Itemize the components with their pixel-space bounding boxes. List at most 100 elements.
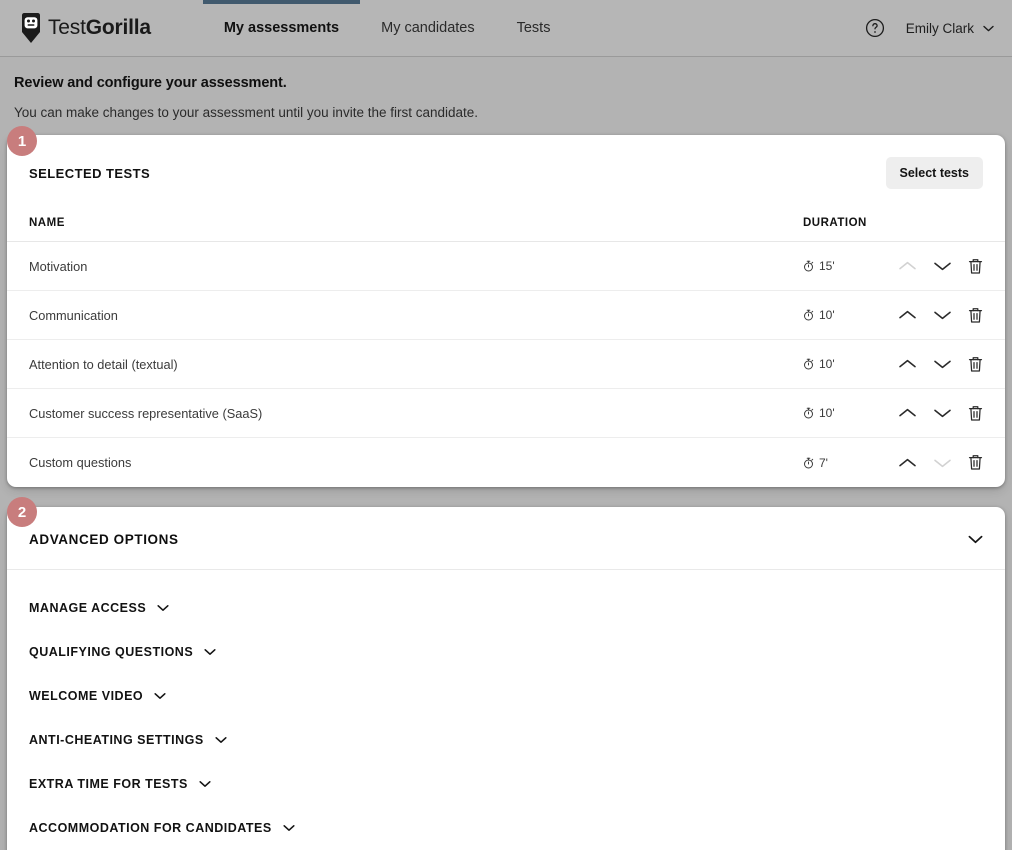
advanced-option-label: EXTRA TIME FOR TESTS <box>29 777 188 791</box>
nav-item-my-assessments[interactable]: My assessments <box>202 0 361 56</box>
test-duration-value: 15' <box>819 259 835 273</box>
select-tests-button[interactable]: Select tests <box>885 157 983 189</box>
test-name: Custom questions <box>29 455 132 470</box>
advanced-option-label: QUALIFYING QUESTIONS <box>29 645 194 659</box>
chevron-down-icon[interactable] <box>204 648 216 656</box>
selected-tests-heading: SELECTED TESTS <box>29 165 151 181</box>
selected-tests-card: SELECTED TESTS Select tests NAME DURATIO… <box>7 135 1005 487</box>
advanced-option-row[interactable]: ANTI-CHEATING SETTINGS <box>29 718 983 762</box>
selected-tests-table: NAME DURATION Motivation 15' Communication… <box>7 207 1005 487</box>
move-up-button[interactable] <box>898 309 917 321</box>
test-duration: 7' <box>803 456 893 470</box>
test-duration-value: 10' <box>819 357 835 371</box>
chevron-down-icon[interactable] <box>968 535 983 544</box>
test-duration-value: 10' <box>819 406 835 420</box>
move-down-button[interactable] <box>933 309 952 321</box>
table-header-row: NAME DURATION <box>7 207 1005 242</box>
stopwatch-icon <box>803 309 814 321</box>
column-header-duration: DURATION <box>803 217 867 229</box>
table-body: Motivation 15' Communication 10' Attention t… <box>7 242 1005 487</box>
advanced-option-label: MANAGE ACCESS <box>29 601 147 615</box>
advanced-option-label: ACCOMMODATION FOR CANDIDATES <box>29 821 272 835</box>
stopwatch-icon <box>803 260 814 272</box>
nav-item-tests-label: Tests <box>516 20 551 36</box>
delete-test-button[interactable] <box>968 356 983 373</box>
test-duration-value: 7' <box>819 455 828 470</box>
stopwatch-icon <box>803 358 814 370</box>
selected-tests-header: SELECTED TESTS Select tests <box>7 135 1005 207</box>
brand-name-light: Test <box>48 16 86 39</box>
brand-logo[interactable]: TestGorilla <box>20 12 151 44</box>
test-duration: 10' <box>803 357 893 371</box>
column-header-name: NAME <box>29 217 65 229</box>
table-row: Communication 10' <box>7 291 1005 340</box>
main-nav: My assessments My candidates Tests <box>202 0 572 56</box>
nav-item-tests[interactable]: Tests <box>496 0 572 56</box>
test-name: Customer success representative (SaaS) <box>29 405 263 421</box>
gorilla-logo-icon <box>20 12 42 44</box>
nav-item-my-assessments-label: My assessments <box>223 20 340 36</box>
advanced-options-body: MANAGE ACCESS QUALIFYING QUESTIONS WELCOME… <box>7 570 1005 850</box>
stopwatch-icon <box>803 457 814 469</box>
stopwatch-icon <box>803 407 814 419</box>
advanced-option-label: ANTI-CHEATING SETTINGS <box>29 733 204 747</box>
page-subtitle: You can make changes to your assessment … <box>14 105 479 120</box>
advanced-option-row[interactable]: ACCOMMODATION FOR CANDIDATES <box>29 806 983 850</box>
advanced-options-heading: ADVANCED OPTIONS <box>29 532 179 547</box>
test-duration-value: 10' <box>819 308 835 322</box>
chevron-down-icon[interactable] <box>157 604 169 612</box>
top-navigation-bar: TestGorilla My assessments My candidates… <box>0 0 1012 57</box>
row-actions <box>893 307 983 324</box>
help-circle-icon[interactable] <box>864 17 886 39</box>
advanced-options-header[interactable]: ADVANCED OPTIONS <box>7 507 1005 570</box>
brand-name-bold: Gorilla <box>85 16 151 39</box>
move-up-button[interactable] <box>898 457 917 469</box>
test-name: Communication <box>29 307 118 323</box>
nav-item-my-candidates-label: My candidates <box>381 20 475 36</box>
test-name: Motivation <box>29 258 88 274</box>
row-actions <box>893 356 983 373</box>
test-duration: 10' <box>803 308 893 322</box>
delete-test-button[interactable] <box>968 454 983 471</box>
test-duration: 15' <box>803 259 893 273</box>
advanced-option-row[interactable]: QUALIFYING QUESTIONS <box>29 630 983 674</box>
brand-name: TestGorilla <box>48 16 151 40</box>
nav-item-my-candidates[interactable]: My candidates <box>360 0 496 56</box>
move-down-button[interactable] <box>933 407 952 419</box>
advanced-option-label: WELCOME VIDEO <box>29 689 144 703</box>
selected-tests-section: 1 SELECTED TESTS Select tests NAME DURAT… <box>7 126 1005 487</box>
delete-test-button[interactable] <box>968 307 983 324</box>
move-up-button[interactable] <box>898 407 917 419</box>
advanced-options-section: 2 ADVANCED OPTIONS MANAGE ACCESS QUALIFYI… <box>7 497 1005 850</box>
move-down-button[interactable] <box>933 260 952 272</box>
row-actions <box>893 454 983 471</box>
test-name: Attention to detail (textual) <box>29 356 178 372</box>
row-actions <box>893 405 983 422</box>
step-badge-2: 2 <box>7 497 37 527</box>
move-down-button <box>933 457 952 469</box>
table-row: Customer success representative (SaaS) 10… <box>7 389 1005 438</box>
move-down-button[interactable] <box>933 358 952 370</box>
table-row: Custom questions 7' <box>7 438 1005 487</box>
delete-test-button[interactable] <box>968 258 983 275</box>
chevron-down-icon[interactable] <box>215 736 227 744</box>
advanced-option-row[interactable]: WELCOME VIDEO <box>29 674 983 718</box>
chevron-down-icon[interactable] <box>199 780 211 788</box>
row-actions <box>893 258 983 275</box>
advanced-options-card: ADVANCED OPTIONS MANAGE ACCESS QUALIFYING… <box>7 507 1005 850</box>
advanced-option-row[interactable]: EXTRA TIME FOR TESTS <box>29 762 983 806</box>
test-duration: 10' <box>803 406 893 420</box>
step-badge-1: 1 <box>7 126 37 156</box>
move-up-button[interactable] <box>898 358 917 370</box>
chevron-down-icon[interactable] <box>154 692 166 700</box>
table-row: Attention to detail (textual) 10' <box>7 340 1005 389</box>
user-menu[interactable]: Emily Clark <box>906 21 994 36</box>
page-intro: Review and configure your assessment. Yo… <box>0 57 1012 120</box>
chevron-down-icon[interactable] <box>283 824 295 832</box>
user-name: Emily Clark <box>905 20 974 36</box>
delete-test-button[interactable] <box>968 405 983 422</box>
table-row: Motivation 15' <box>7 242 1005 291</box>
advanced-option-row[interactable]: MANAGE ACCESS <box>29 586 983 630</box>
top-bar-right: Emily Clark <box>864 17 994 39</box>
chevron-down-icon <box>983 25 994 32</box>
